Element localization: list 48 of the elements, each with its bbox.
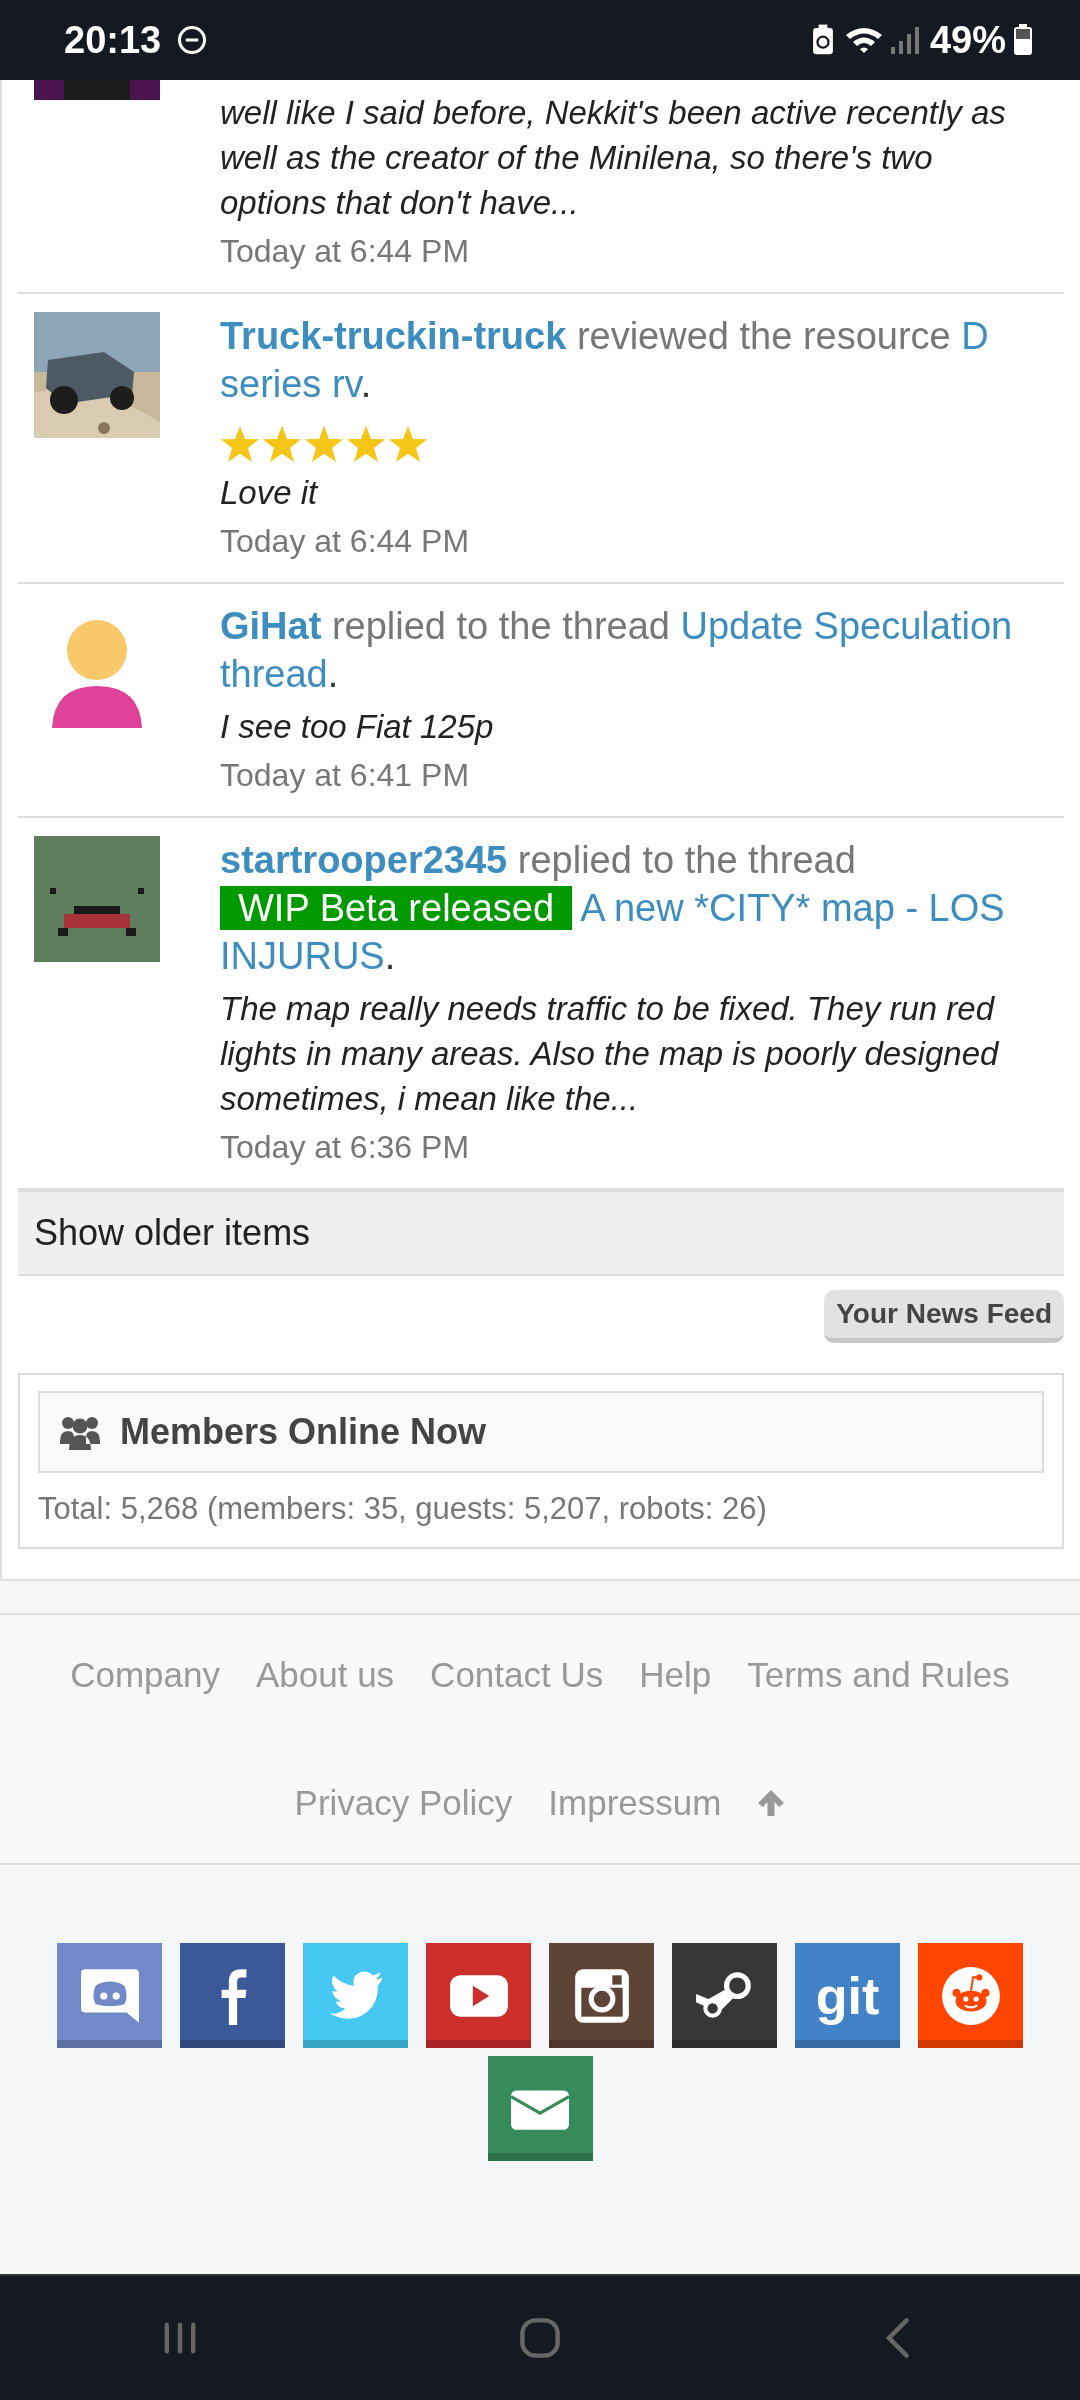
quote-text: I see too Fiat 125p [220,707,495,747]
battery-icon [1012,24,1034,56]
youtube-button[interactable] [426,1943,531,2048]
footer-link[interactable]: Terms and Rules [747,1655,1010,1695]
footer-link[interactable]: About us [255,1655,395,1695]
mail-button[interactable] [487,2056,593,2161]
timestamp: Today at 6:36 PM [220,1129,471,1166]
home-icon[interactable] [518,2316,562,2360]
news-feed-button[interactable]: Your News Feed [824,1290,1064,1343]
battery-percentage: 49% [929,18,1006,62]
discord-button[interactable] [57,1943,162,2048]
instagram-button[interactable] [549,1943,654,2048]
facebook-button[interactable] [180,1943,285,2048]
reddit-icon [939,1964,1002,2027]
footer-link[interactable]: Privacy Policy [294,1783,513,1823]
star-icon [220,424,260,464]
activity-text: startrooper2345 replied to the thread WIP Beta released A new *CITY* map - LOS INJURUS. [220,838,1006,979]
signal-icon [889,25,920,55]
avatar-icon [34,836,160,962]
show-older-items-button[interactable]: Show older items [18,1190,1064,1276]
twitter-button[interactable] [303,1943,408,2048]
steam-button[interactable] [672,1943,777,2048]
quote-text: Love it [220,473,320,513]
star-icon [388,424,428,464]
panel-title: Members Online Now [120,1411,487,1453]
timestamp: Today at 6:41 PM [220,757,471,794]
quote-text: well like I said before, Nekkit's been active recently as well as the creator of the Minilena, so there's two options that don't have... [220,93,1007,223]
footer-link[interactable]: Impressum [548,1783,722,1823]
footer-link[interactable]: Company [70,1655,220,1695]
battery-saver-icon [811,24,834,56]
up-arrow-icon[interactable] [757,1789,786,1817]
members-total-text: Total: 5,268 (members: 35, guests: 5,207, robots: 26) [38,1491,768,1527]
quote-text: The map really needs traffic to be fixed. They run red lights in many areas. Also the map is poorly designed sometimes, i mean like the... [220,989,1000,1119]
star-icon [262,424,302,464]
activity-text: Truck-truckin-truck reviewed the resource D series rv. [220,314,990,407]
users-icon [60,1414,100,1450]
timestamp: Today at 6:44 PM [220,523,471,560]
clock: 20:13 [64,18,162,62]
footer-link[interactable]: Help [639,1655,712,1695]
do-not-disturb-icon [177,25,208,55]
footer-link[interactable]: Contact Us [430,1655,604,1695]
git-logo-text: git [815,1965,880,2026]
star-icon [346,424,386,464]
git-button[interactable]: git [795,1943,900,2048]
timestamp: Today at 6:44 PM [220,233,471,270]
reddit-button[interactable] [918,1943,1023,2048]
activity-text: GiHat replied to the thread Update Speculation thread. [220,604,1014,697]
star-icon [304,424,344,464]
